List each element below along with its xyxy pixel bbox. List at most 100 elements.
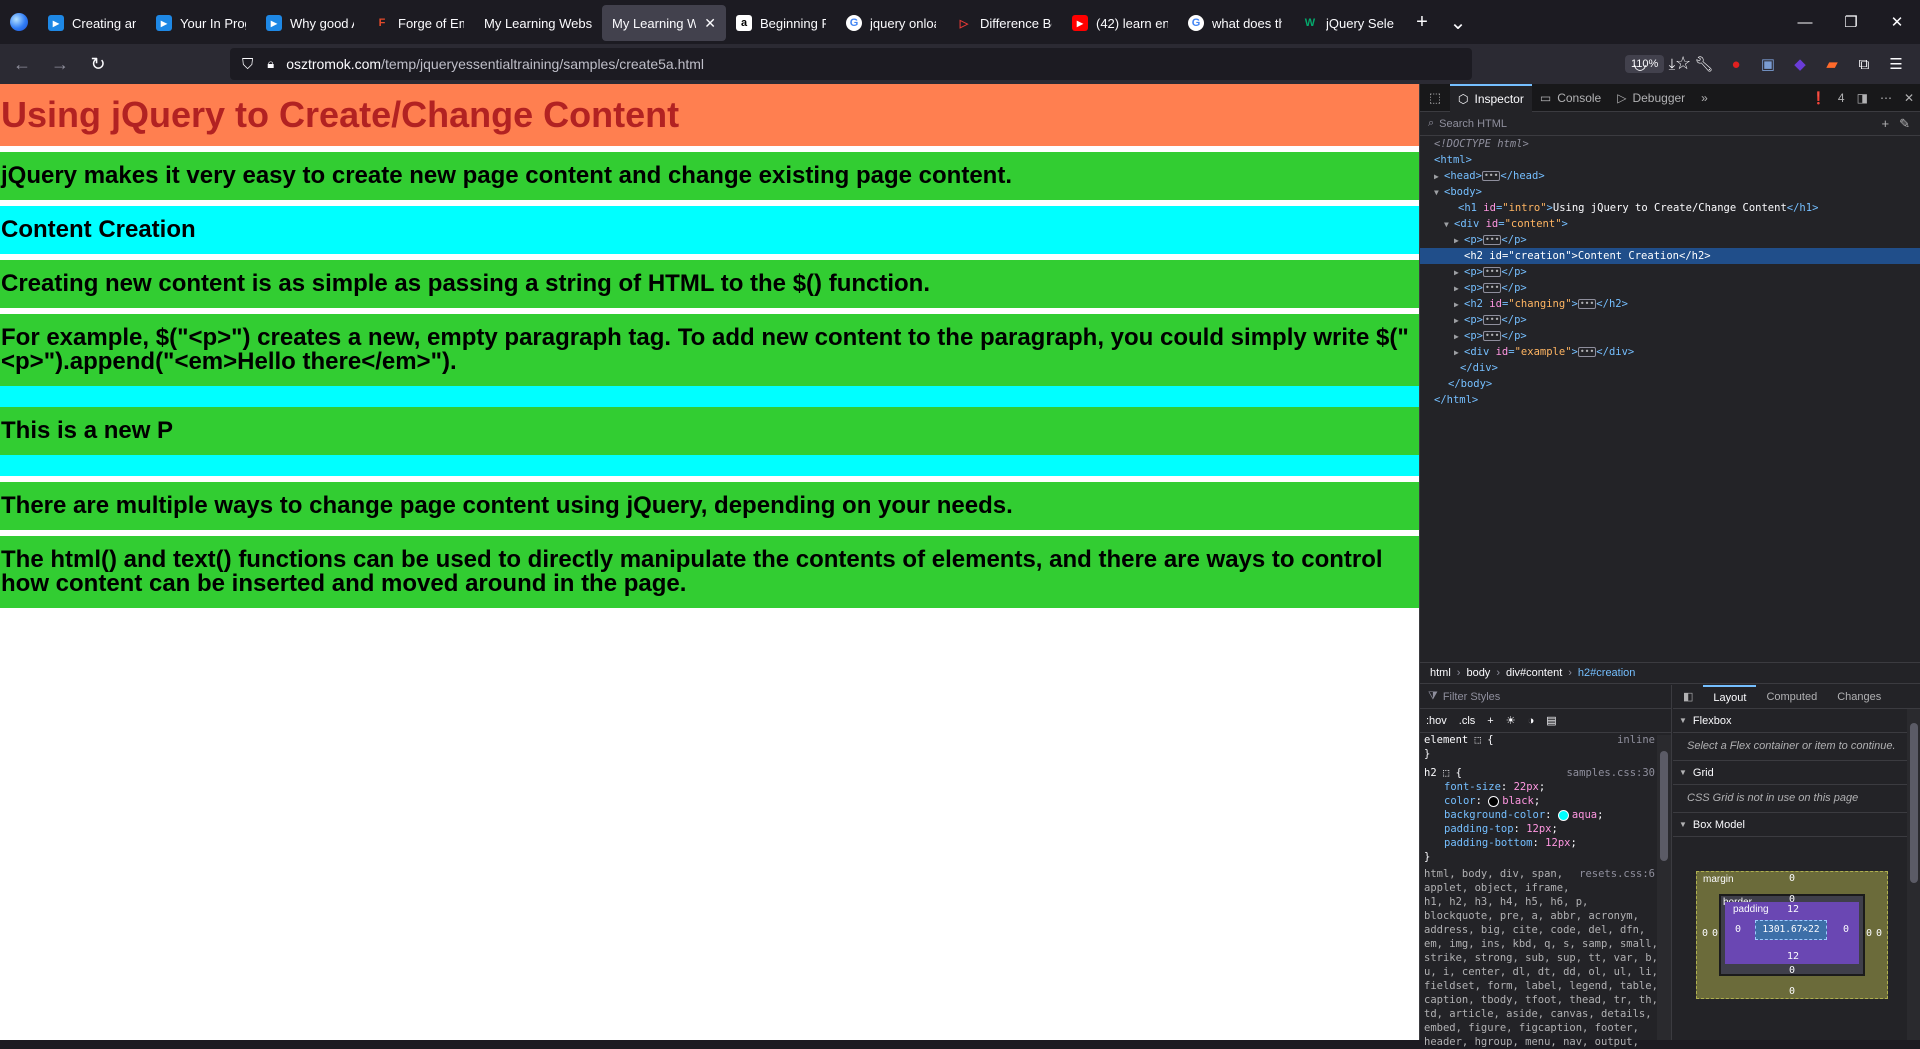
browser-tab[interactable]: WjQuery Selectors xyxy=(1292,5,1404,41)
cls-toggle[interactable]: .cls xyxy=(1459,715,1476,727)
border-bottom[interactable]: 0 xyxy=(1789,965,1795,976)
print-media-icon[interactable]: ▤ xyxy=(1546,714,1556,727)
border-left[interactable]: 0 xyxy=(1712,928,1718,939)
tab-debugger[interactable]: ▷ Debugger xyxy=(1609,84,1693,112)
browser-tab[interactable]: ▶ Creating and mo xyxy=(38,5,146,41)
element-picker-icon[interactable]: ⬚ xyxy=(1420,84,1450,112)
forward-button[interactable]: → xyxy=(44,48,76,80)
breadcrumb-div-content[interactable]: div#content xyxy=(1506,667,1562,679)
sidebar-toggle-icon[interactable]: ◧ xyxy=(1673,685,1703,709)
markup-line-selected[interactable]: <h2 id="creation">Content Creation</h2> xyxy=(1420,248,1920,264)
expand-arrow-icon[interactable]: ▶ xyxy=(1454,297,1464,313)
breadcrumb-html[interactable]: html xyxy=(1430,667,1451,679)
browser-tab[interactable]: ▶ Your In Progress xyxy=(146,5,256,41)
css-declaration[interactable]: font-size: 22px; xyxy=(1424,780,1671,794)
overflow-menu-icon[interactable]: ⋯ xyxy=(1880,91,1892,105)
rules-scrollbar[interactable] xyxy=(1657,735,1671,1040)
markup-line[interactable]: ▶ <p> ••• </p> xyxy=(1420,328,1920,344)
browser-tab[interactable]: Gjquery onload vs xyxy=(836,5,946,41)
extension-red-icon[interactable]: ● xyxy=(1720,48,1752,80)
close-window-button[interactable]: ✕ xyxy=(1874,0,1920,44)
eyedropper-icon[interactable]: ✎ xyxy=(1899,116,1910,131)
expand-arrow-icon[interactable]: ▶ xyxy=(1454,281,1464,297)
downloads-icon[interactable]: ⤓ xyxy=(1656,48,1688,80)
extension-purple-icon[interactable]: ◆ xyxy=(1784,48,1816,80)
site-info-icon[interactable]: 🔒︎ xyxy=(267,56,274,72)
markup-line[interactable]: <!DOCTYPE html> xyxy=(1420,136,1920,152)
address-bar[interactable]: ⛉ 🔒︎ osztromok.com/temp/jqueryessentialt… xyxy=(230,48,1691,80)
margin-right[interactable]: 0 xyxy=(1876,928,1882,939)
tab-console[interactable]: ▭ Console xyxy=(1532,84,1609,112)
margin-top[interactable]: 0 xyxy=(1789,873,1795,884)
browser-tab[interactable]: ▷ Difference Betwe xyxy=(946,5,1062,41)
rule-h2[interactable]: h2 ⬚ {samples.css:30 xyxy=(1424,766,1671,780)
browser-tab[interactable]: Gwhat does the ht xyxy=(1178,5,1292,41)
color-swatch-icon[interactable] xyxy=(1557,809,1569,821)
rule-element[interactable]: element ⬚ {inline xyxy=(1424,733,1671,747)
css-value[interactable]: 12px xyxy=(1526,823,1551,835)
css-declaration[interactable]: padding-bottom: 12px; xyxy=(1424,836,1671,850)
css-declaration[interactable]: padding-top: 12px; xyxy=(1424,822,1671,836)
filter-styles-input[interactable]: ⧩ Filter Styles xyxy=(1420,685,1671,709)
padding-left[interactable]: 0 xyxy=(1735,924,1741,935)
css-property[interactable]: padding-top xyxy=(1444,823,1514,835)
markup-line[interactable]: <html> xyxy=(1420,152,1920,168)
extension-screen-icon[interactable]: ▣ xyxy=(1752,48,1784,80)
error-count-badge[interactable]: ❗ 4 xyxy=(1799,91,1845,105)
css-declaration[interactable]: background-color: aqua; xyxy=(1424,808,1671,822)
css-value[interactable]: 22px xyxy=(1514,781,1539,793)
more-tools-chevron-icon[interactable]: » xyxy=(1693,84,1716,112)
box-model-content-size[interactable]: 1301.67×22 xyxy=(1755,920,1827,940)
expand-arrow-icon[interactable]: ▶ xyxy=(1454,265,1464,281)
expand-arrow-icon[interactable]: ▶ xyxy=(1454,233,1464,249)
flexbox-section-header[interactable]: ▼ Flexbox xyxy=(1673,709,1920,733)
list-all-tabs-button[interactable]: ⌄ xyxy=(1440,4,1476,40)
expand-arrow-icon[interactable]: ▶ xyxy=(1454,345,1464,361)
collapse-arrow-icon[interactable]: ▼ xyxy=(1434,185,1444,201)
search-html-bar[interactable]: ⌕ Search HTML + ✎ xyxy=(1420,112,1920,136)
tab-changes[interactable]: Changes xyxy=(1827,685,1891,709)
css-value[interactable]: black xyxy=(1502,795,1534,807)
padding-bottom[interactable]: 12 xyxy=(1787,951,1799,962)
markup-line[interactable]: </body> xyxy=(1420,376,1920,392)
url-text[interactable]: osztromok.com/temp/jqueryessentialtraini… xyxy=(286,56,704,72)
layout-scrollbar[interactable] xyxy=(1907,709,1920,1040)
reload-button[interactable]: ↻ xyxy=(82,48,114,80)
css-declaration[interactable]: color: black; xyxy=(1424,794,1671,808)
browser-tab[interactable]: F Forge of Empires xyxy=(364,5,474,41)
browser-tab[interactable]: My Learning Website xyxy=(474,5,602,41)
css-property[interactable]: font-size xyxy=(1444,781,1501,793)
extensions-icon[interactable]: ⧉ xyxy=(1848,48,1880,80)
browser-tab[interactable]: ▶ (42) learn english xyxy=(1062,5,1178,41)
markup-line[interactable]: ▶ <p> ••• </p> xyxy=(1420,264,1920,280)
expand-arrow-icon[interactable]: ▶ xyxy=(1454,329,1464,345)
padding-top[interactable]: 12 xyxy=(1787,904,1799,915)
markup-line[interactable]: </html> xyxy=(1420,392,1920,408)
extension-orange-icon[interactable]: ▰ xyxy=(1816,48,1848,80)
tracking-protection-icon[interactable]: ⛉ xyxy=(242,56,253,73)
browser-tab[interactable]: My Learning Webs ✕ xyxy=(602,5,726,41)
account-icon[interactable]: ☰ xyxy=(1880,48,1912,80)
dark-scheme-icon[interactable]: ◑ xyxy=(1528,715,1535,727)
margin-left[interactable]: 0 xyxy=(1702,928,1708,939)
expand-arrow-icon[interactable]: ▶ xyxy=(1454,313,1464,329)
close-tab-icon[interactable]: ✕ xyxy=(704,15,716,32)
dock-icon[interactable]: ◨ xyxy=(1857,91,1868,105)
rule-reset[interactable]: html, body, div, span, resets.css:6 xyxy=(1424,867,1671,881)
css-value[interactable]: aqua xyxy=(1572,809,1597,821)
markup-line[interactable]: ▶ <h2 id="changing"> ••• </h2> xyxy=(1420,296,1920,312)
add-node-icon[interactable]: + xyxy=(1882,116,1890,131)
css-property[interactable]: padding-bottom xyxy=(1444,837,1533,849)
firefox-menu-icon[interactable] xyxy=(0,0,38,44)
devtools-wrench-icon[interactable]: 🔧︎ xyxy=(1688,48,1720,80)
markup-line[interactable]: ▼ <div id="content"> xyxy=(1420,216,1920,232)
markup-line[interactable]: </div> xyxy=(1420,360,1920,376)
margin-bottom[interactable]: 0 xyxy=(1789,986,1795,997)
markup-line[interactable]: ▶ <p> ••• </p> xyxy=(1420,232,1920,248)
grid-section-header[interactable]: ▼ Grid xyxy=(1673,761,1920,785)
expand-arrow-icon[interactable]: ▶ xyxy=(1434,169,1444,185)
pocket-icon[interactable]: ◡ xyxy=(1624,48,1656,80)
markup-line[interactable]: ▶ <p> ••• </p> xyxy=(1420,312,1920,328)
reset-source-link[interactable]: resets.css:6 xyxy=(1579,867,1655,881)
minimize-button[interactable]: — xyxy=(1782,0,1828,44)
